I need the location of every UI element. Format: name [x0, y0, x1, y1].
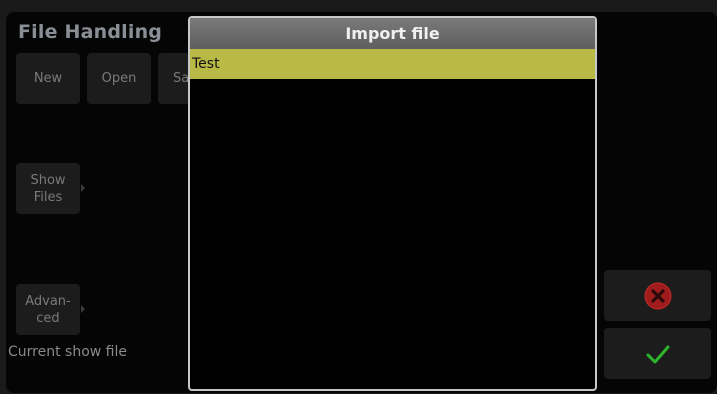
cancel-button[interactable]: [604, 270, 711, 321]
current-show-file-label: Current show file: [8, 344, 127, 360]
new-button[interactable]: New: [16, 53, 80, 104]
advanced-expand-icon: [81, 305, 85, 313]
page-title: File Handling: [18, 21, 163, 43]
confirm-button[interactable]: [604, 328, 711, 379]
checkmark-icon: [646, 345, 669, 363]
import-file-dialog: Import file Test: [188, 16, 597, 391]
close-circle-icon: [644, 282, 671, 309]
file-handling-window: File Handling New Open Save Show Files A…: [6, 12, 717, 393]
show-files-expand-icon: [81, 184, 85, 192]
file-list-item[interactable]: Test: [190, 49, 595, 79]
advanced-button[interactable]: Advan- ced: [16, 284, 80, 335]
open-button[interactable]: Open: [87, 53, 151, 104]
show-files-button[interactable]: Show Files: [16, 163, 80, 214]
dialog-title: Import file: [190, 18, 595, 49]
